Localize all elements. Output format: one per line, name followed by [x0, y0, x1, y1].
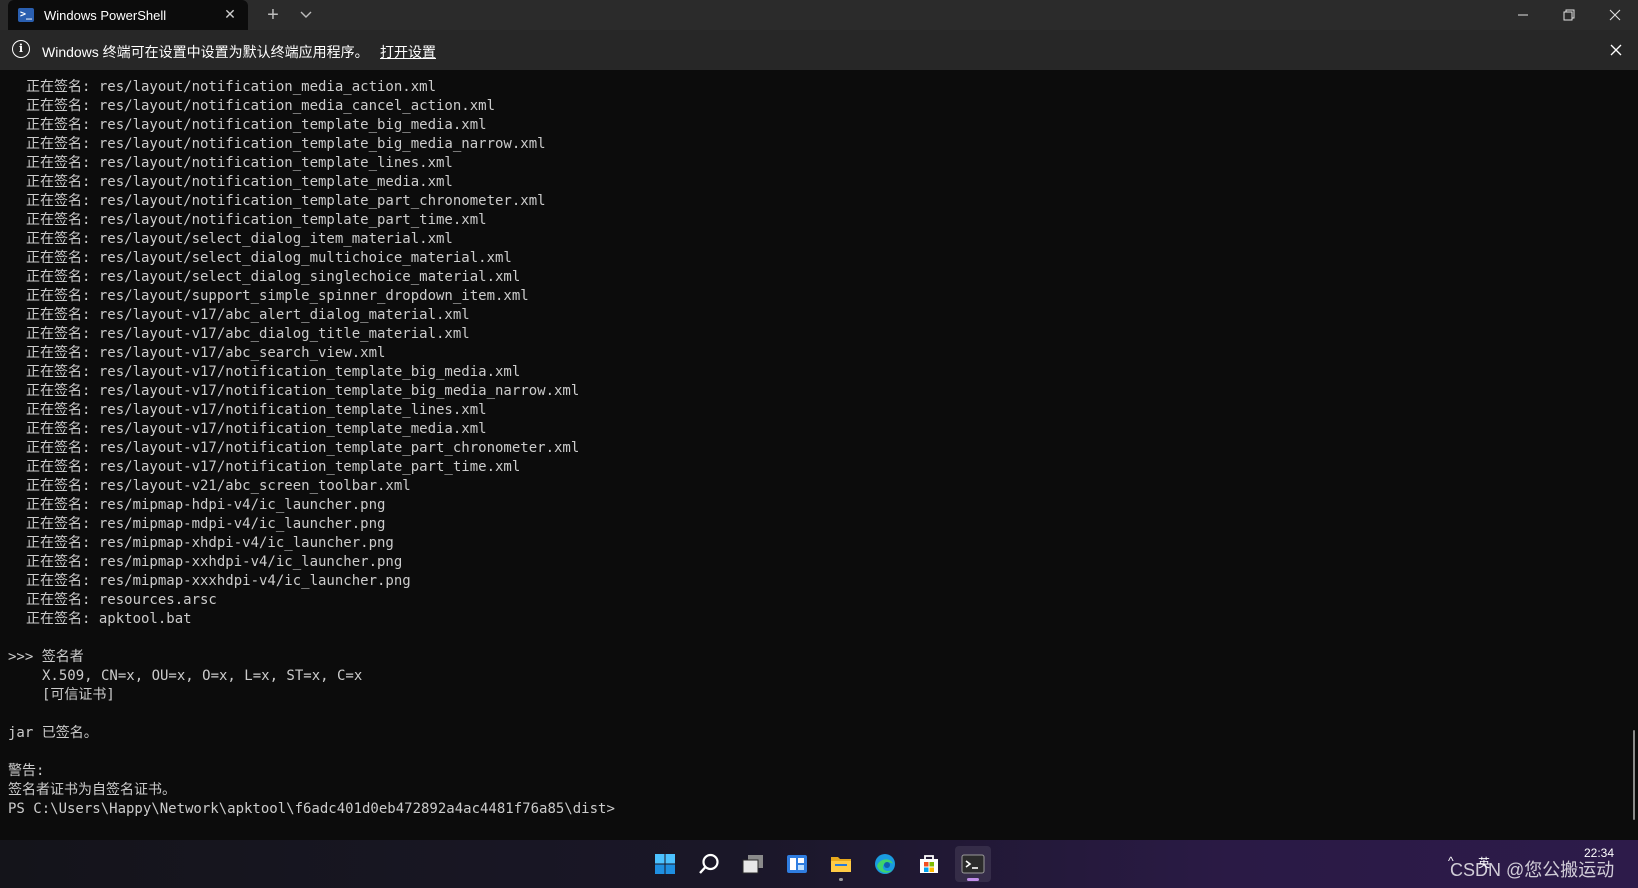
- start-button[interactable]: [647, 846, 683, 882]
- minimize-button[interactable]: [1500, 0, 1546, 30]
- signing-line: 正在签名: res/layout-v17/notification_templa…: [26, 421, 487, 437]
- signing-line: 正在签名: res/layout/notification_template_b…: [26, 117, 487, 133]
- signing-line: 正在签名: res/layout/notification_template_b…: [26, 136, 546, 152]
- running-indicator: [839, 878, 843, 881]
- windows-terminal-app: >_ Windows PowerShell ✕ + i Windows 终端可在…: [0, 0, 1638, 888]
- signer-trust: [可信证书]: [42, 687, 115, 703]
- signing-line: 正在签名: apktool.bat: [26, 611, 192, 627]
- tab-title: Windows PowerShell: [44, 8, 167, 23]
- signing-line: 正在签名: res/layout-v17/notification_templa…: [26, 440, 580, 456]
- info-icon: i: [12, 40, 30, 58]
- signing-line: 正在签名: res/layout/notification_media_canc…: [26, 98, 496, 114]
- active-indicator: [967, 878, 979, 881]
- close-window-button[interactable]: [1592, 0, 1638, 30]
- signer-header: >>> 签名者: [8, 649, 84, 665]
- taskbar: [0, 840, 1638, 888]
- signing-line: 正在签名: res/layout-v17/abc_dialog_title_ma…: [26, 326, 470, 342]
- open-settings-link[interactable]: 打开设置: [380, 42, 436, 62]
- prompt-line: PS C:\Users\Happy\Network\apktool\f6adc4…: [8, 801, 615, 817]
- signing-line: 正在签名: resources.arsc: [26, 592, 217, 608]
- info-close-icon[interactable]: [1606, 40, 1626, 60]
- task-view-button[interactable]: [735, 846, 771, 882]
- terminal-icon: [961, 854, 985, 874]
- file-explorer-icon: [831, 857, 851, 872]
- signing-line: 正在签名: res/mipmap-xxhdpi-v4/ic_launcher.p…: [26, 554, 403, 570]
- signing-line: 正在签名: res/layout/notification_media_acti…: [26, 79, 437, 95]
- signing-line: 正在签名: res/mipmap-xhdpi-v4/ic_launcher.pn…: [26, 535, 394, 551]
- signing-line: 正在签名: res/layout/notification_template_p…: [26, 212, 487, 228]
- scrollbar-thumb[interactable]: [1633, 730, 1635, 820]
- signing-line: 正在签名: res/layout/notification_template_m…: [26, 174, 453, 190]
- signing-line: 正在签名: res/layout/select_dialog_singlecho…: [26, 269, 521, 285]
- info-message: Windows 终端可在设置中设置为默认终端应用程序。: [42, 44, 369, 60]
- signing-line: 正在签名: res/layout-v17/notification_templa…: [26, 364, 521, 380]
- signer-dn: X.509, CN=x, OU=x, O=x, L=x, ST=x, C=x: [42, 668, 363, 684]
- signing-line: 正在签名: res/layout-v17/abc_alert_dialog_ma…: [26, 307, 470, 323]
- chevron-down-icon[interactable]: [296, 4, 316, 26]
- start-icon: [655, 854, 675, 874]
- terminal-button[interactable]: [955, 846, 991, 882]
- signing-line: 正在签名: res/layout/notification_template_p…: [26, 193, 546, 209]
- signing-line: 正在签名: res/mipmap-mdpi-v4/ic_launcher.png: [26, 516, 386, 532]
- powershell-icon: >_: [18, 8, 34, 22]
- signing-line: 正在签名: res/layout/notification_template_l…: [26, 155, 453, 171]
- signing-line: 正在签名: res/layout/select_dialog_item_mate…: [26, 231, 453, 247]
- tab-close-icon[interactable]: ✕: [222, 6, 238, 22]
- signing-line: 正在签名: res/mipmap-hdpi-v4/ic_launcher.png: [26, 497, 386, 513]
- store-button[interactable]: [911, 846, 947, 882]
- warning-label: 警告:: [8, 763, 45, 779]
- signing-line: 正在签名: res/layout-v21/abc_screen_toolbar.…: [26, 478, 411, 494]
- title-bar: >_ Windows PowerShell ✕ +: [0, 0, 1638, 30]
- watermark: CSDN @您公搬运动: [1450, 860, 1615, 880]
- edge-button[interactable]: [867, 846, 903, 882]
- signing-line: 正在签名: res/layout/support_simple_spinner_…: [26, 288, 529, 304]
- restore-button[interactable]: [1546, 0, 1592, 30]
- scrollbar[interactable]: [1630, 70, 1638, 838]
- task-view-icon: [742, 855, 763, 874]
- store-icon: [920, 855, 938, 873]
- jar-signed: jar 已签名。: [8, 725, 98, 741]
- signing-line: 正在签名: res/layout-v17/notification_templa…: [26, 459, 521, 475]
- warning-text: 签名者证书为自签名证书。: [8, 782, 176, 798]
- signing-line: 正在签名: res/layout-v17/notification_templa…: [26, 383, 580, 399]
- tab-windows-powershell[interactable]: >_ Windows PowerShell ✕: [8, 0, 248, 30]
- search-icon: [699, 853, 719, 874]
- widgets-icon: [787, 855, 807, 873]
- file-explorer-button[interactable]: [823, 846, 859, 882]
- search-button[interactable]: [691, 846, 727, 882]
- signing-line: 正在签名: res/mipmap-xxxhdpi-v4/ic_launcher.…: [26, 573, 411, 589]
- signing-line: 正在签名: res/layout-v17/notification_templa…: [26, 402, 487, 418]
- signing-line: 正在签名: res/layout/select_dialog_multichoi…: [26, 250, 512, 266]
- edge-icon: [875, 854, 895, 874]
- widgets-button[interactable]: [779, 846, 815, 882]
- info-bar: i Windows 终端可在设置中设置为默认终端应用程序。 打开设置: [0, 30, 1638, 70]
- new-tab-button[interactable]: +: [262, 3, 284, 27]
- terminal-output[interactable]: 正在签名: res/layout/notification_media_acti…: [0, 78, 1626, 838]
- signing-line: 正在签名: res/layout-v17/abc_search_view.xml: [26, 345, 386, 361]
